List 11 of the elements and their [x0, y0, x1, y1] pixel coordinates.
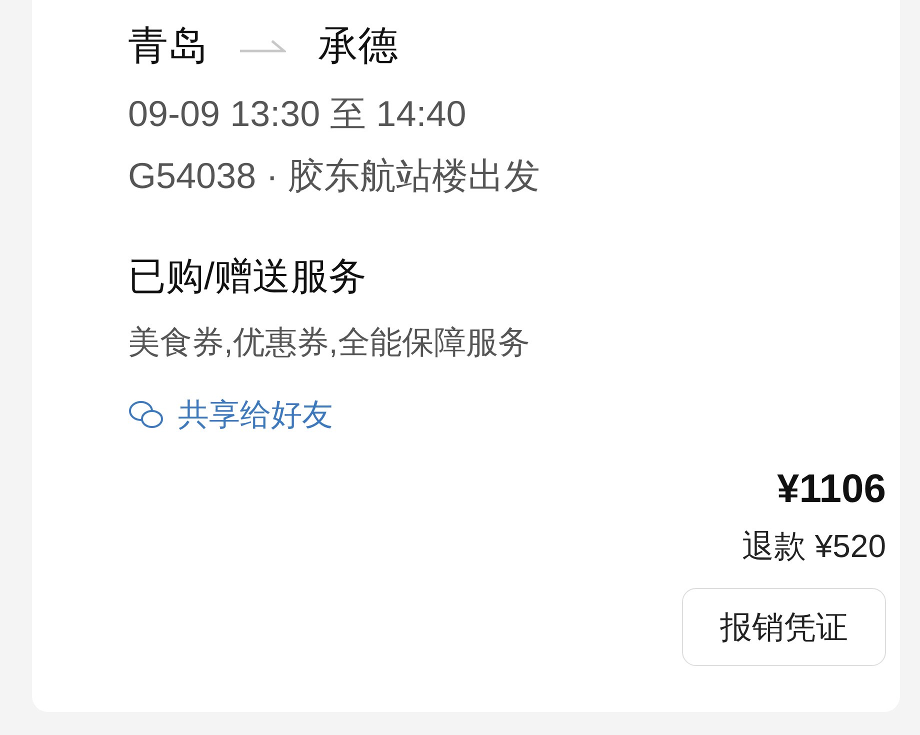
- section-heading: 已购/赠送服务: [128, 255, 367, 300]
- arrival-city: 承德: [318, 23, 398, 70]
- refund-amount: 退款 ¥520: [742, 527, 886, 566]
- departure-city: 青岛: [128, 23, 208, 70]
- service-list: 美食券,优惠券,全能保障服务: [128, 320, 530, 364]
- chat-icon: [128, 400, 164, 430]
- share-link[interactable]: 共享给好友: [128, 394, 333, 436]
- train-info: G54038 · 胶东航站楼出发: [128, 154, 540, 198]
- receipt-button[interactable]: 报销凭证: [682, 588, 886, 666]
- trip-time: 09-09 13:30 至 14:40: [128, 92, 466, 136]
- total-price: ¥1106: [776, 466, 886, 513]
